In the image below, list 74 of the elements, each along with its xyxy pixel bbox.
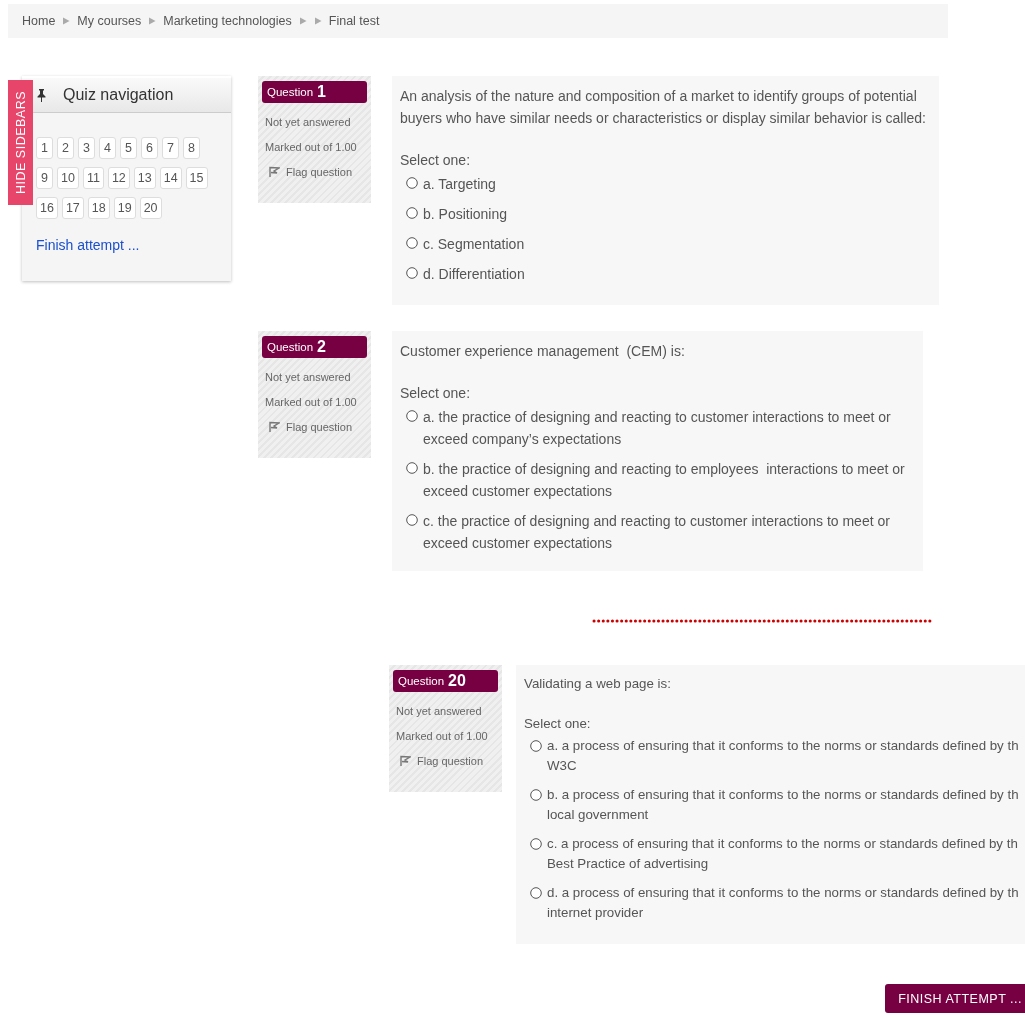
card-title: Quiz navigation bbox=[63, 86, 174, 104]
radio-button[interactable] bbox=[530, 740, 542, 752]
radio-button[interactable] bbox=[406, 462, 418, 474]
radio-button[interactable] bbox=[530, 838, 542, 850]
answer-option[interactable]: b. Positioning bbox=[423, 203, 508, 225]
breadcrumb-link[interactable]: My courses bbox=[77, 14, 142, 28]
answer-option[interactable]: a. Targeting bbox=[423, 173, 496, 195]
question-text: Customer experience management (CEM) is: bbox=[400, 342, 686, 361]
question-number: Question 20 bbox=[393, 670, 498, 692]
radio-button[interactable] bbox=[406, 267, 418, 279]
question-nav-button[interactable]: 18 bbox=[87, 197, 110, 219]
question-nav-button[interactable]: 17 bbox=[61, 197, 84, 219]
answer-option[interactable]: d. Differentiation bbox=[423, 263, 525, 285]
question-nav-button[interactable]: 11 bbox=[82, 167, 104, 189]
answer-option[interactable]: c. Segmentation bbox=[423, 233, 525, 255]
select-one-label: Select one: bbox=[400, 384, 472, 403]
flag-icon bbox=[268, 421, 280, 433]
separator-arrow-icon bbox=[62, 17, 71, 25]
question-nav-button[interactable]: 9 bbox=[36, 167, 53, 189]
separator-arrow-icon bbox=[148, 17, 157, 25]
question-nav-button[interactable]: 6 bbox=[141, 137, 158, 159]
radio-button[interactable] bbox=[530, 789, 542, 801]
radio-button[interactable] bbox=[530, 887, 542, 899]
flag-question-link[interactable]: Flag question bbox=[262, 166, 367, 178]
mark-info: Marked out of 1.00 bbox=[264, 396, 358, 408]
question-nav-button[interactable]: 13 bbox=[133, 167, 156, 189]
answer-status: Not yet answered bbox=[264, 371, 352, 383]
question-number: Question 2 bbox=[262, 336, 367, 358]
question-nav-button[interactable]: 2 bbox=[57, 137, 74, 159]
question-nav-button[interactable]: 12 bbox=[107, 167, 130, 189]
question-nav-button[interactable]: 5 bbox=[120, 137, 137, 159]
radio-button[interactable] bbox=[406, 514, 418, 526]
breadcrumb-link[interactable]: Marketing technologies bbox=[163, 14, 292, 28]
question-nav-button[interactable]: 19 bbox=[113, 197, 136, 219]
pin-icon[interactable] bbox=[36, 88, 47, 102]
finish-attempt-link[interactable]: Finish attempt ... bbox=[36, 237, 231, 253]
flag-icon bbox=[268, 166, 280, 178]
select-one-label: Select one: bbox=[400, 151, 472, 170]
answer-option[interactable]: d. a process of ensuring that it conforms to the norms or standards defined by th internet provider bbox=[547, 883, 1019, 923]
answer-status: Not yet answered bbox=[395, 705, 483, 717]
hide-sidebars-tab[interactable]: HIDE SIDEBARS bbox=[8, 80, 33, 205]
question-nav-button[interactable]: 15 bbox=[185, 167, 208, 189]
answer-option[interactable]: a. a process of ensuring that it conforms to the norms or standards defined by th W3C bbox=[547, 736, 1019, 776]
question-text: Validating a web page is: bbox=[524, 675, 672, 693]
flag-icon bbox=[399, 755, 411, 767]
answer-option[interactable]: a. the practice of designing and reacting to customer interactions to meet or exceed company’s expectations bbox=[423, 406, 915, 450]
question-number: Question 1 bbox=[262, 81, 367, 103]
mark-info: Marked out of 1.00 bbox=[264, 141, 358, 153]
question-nav-button[interactable]: 10 bbox=[57, 167, 79, 189]
answer-option[interactable]: b. the practice of designing and reacting to employees interactions to meet or exceed customer expectations bbox=[423, 458, 915, 502]
question-nav-button[interactable]: 3 bbox=[78, 137, 95, 159]
answer-option[interactable]: c. the practice of designing and reacting to customer interactions to meet or exceed customer expectations bbox=[423, 510, 915, 554]
question-nav-button[interactable]: 7 bbox=[162, 137, 179, 159]
mark-info: Marked out of 1.00 bbox=[395, 730, 489, 742]
radio-button[interactable] bbox=[406, 237, 418, 249]
breadcrumb-current: Final test bbox=[328, 14, 380, 28]
flag-question-link[interactable]: Flag question bbox=[262, 421, 367, 433]
question-nav-button[interactable]: 1 bbox=[36, 137, 53, 159]
radio-button[interactable] bbox=[406, 177, 418, 189]
answer-option[interactable]: c. a process of ensuring that it conforms to the norms or standards defined by th Best Practice of advertising bbox=[547, 834, 1018, 874]
question-nav-button[interactable]: 8 bbox=[183, 137, 200, 159]
question-nav-button[interactable]: 4 bbox=[99, 137, 116, 159]
question-nav-button[interactable]: 14 bbox=[159, 167, 182, 189]
answer-status: Not yet answered bbox=[264, 116, 352, 128]
finish-attempt-button[interactable]: FINISH ATTEMPT ... bbox=[885, 984, 1025, 1013]
question-nav-button[interactable]: 16 bbox=[36, 197, 58, 219]
breadcrumb-link[interactable]: Home bbox=[22, 14, 56, 28]
radio-button[interactable] bbox=[406, 410, 418, 422]
radio-button[interactable] bbox=[406, 207, 418, 219]
select-one-label: Select one: bbox=[524, 715, 592, 733]
answer-option[interactable]: b. a process of ensuring that it conforms to the norms or standards defined by th local government bbox=[547, 785, 1019, 825]
flag-question-link[interactable]: Flag question bbox=[393, 755, 498, 767]
question-nav-button[interactable]: 20 bbox=[139, 197, 162, 219]
question-text: An analysis of the nature and composition of a market to identify groups of potential buyers who have similar needs or characteristics or display similar behavior is called: bbox=[400, 87, 927, 128]
